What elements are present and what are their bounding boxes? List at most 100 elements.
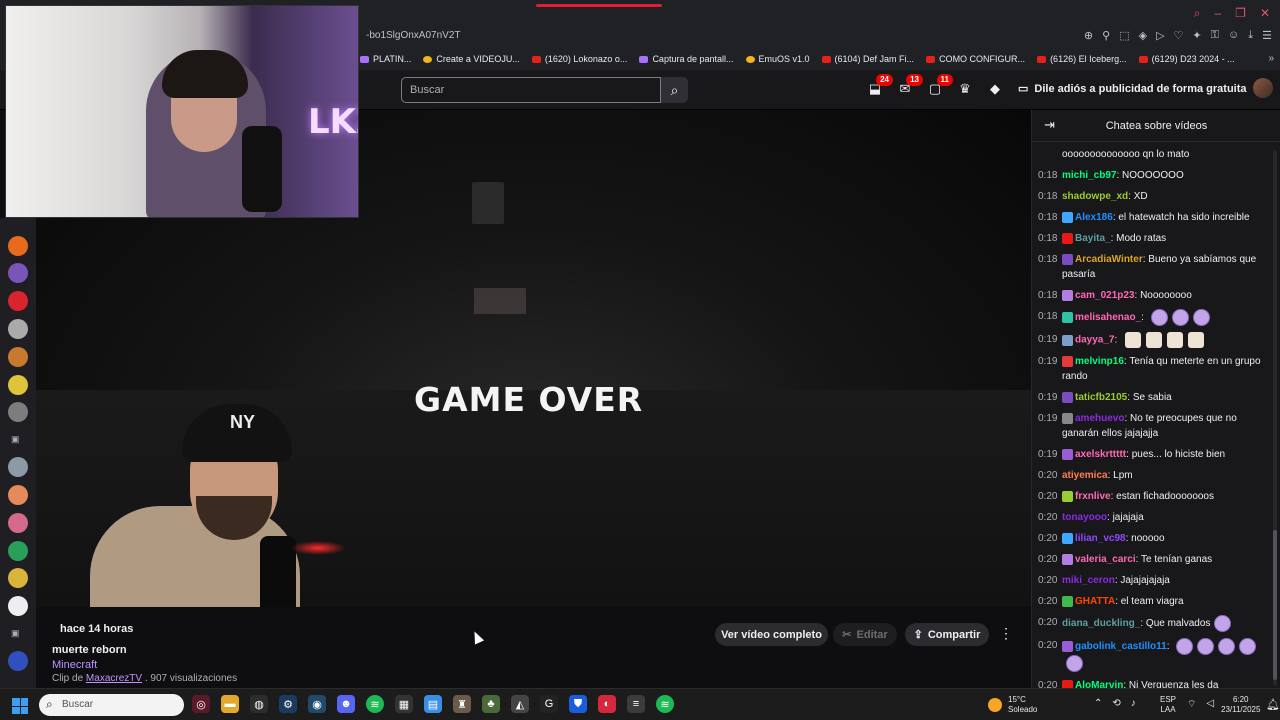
bookmark[interactable]: COMO CONFIGUR... [926,54,1025,64]
download-icon[interactable]: ⤓ [1248,29,1253,42]
avatar[interactable] [8,263,28,283]
sync-icon[interactable]: ⟲ [1112,698,1120,709]
activity-button[interactable]: ▢ 11 [926,74,953,99]
avatar[interactable] [8,402,28,422]
extensions-icon[interactable]: ✦ [1192,29,1201,42]
spotify-icon[interactable]: ≋ [656,695,674,713]
chat-username[interactable]: frxnlive [1075,491,1111,502]
wifi-icon[interactable]: ⌔ [1187,698,1196,711]
search-button[interactable]: ⌕ [661,77,688,103]
chat-username[interactable]: miki_ceron [1062,575,1115,586]
game-link[interactable]: Minecraft [52,659,97,671]
chat-username[interactable]: AloMarvin [1075,680,1123,688]
chat-username[interactable]: dayya_7 [1075,335,1114,346]
avatar[interactable] [8,568,28,588]
search-tabs-icon[interactable]: ⌕ [1194,6,1201,21]
chat-username[interactable]: Alex186 [1075,212,1113,223]
crying-emote-icon[interactable] [1171,309,1189,326]
bookmark[interactable]: Create a VIDEOJU... [423,54,520,64]
user-badge-icon[interactable] [1062,232,1073,244]
taskbar-search-input[interactable]: ⌕ Buscar [39,694,184,716]
url-text[interactable]: -bo1SlgOnxA07nV2T [366,30,461,41]
volume-icon[interactable]: ◁ [1206,698,1214,711]
ad-free-promo-button[interactable]: ▭ Dile adiós a publicidad de forma gratui… [1018,82,1247,96]
chat-username[interactable]: melisahenao_ [1075,312,1141,323]
chat-username[interactable]: diana_duckling_ [1062,618,1140,629]
windows-start-icon[interactable] [12,698,28,714]
extension-button[interactable]: ♛ [956,79,974,99]
avatar[interactable] [8,541,28,561]
chat-username[interactable]: atiyemica [1062,470,1108,481]
user-badge-icon[interactable] [1062,641,1073,652]
user-badge-icon[interactable] [1062,553,1073,565]
face-emote-icon[interactable] [1125,332,1142,348]
chat-username[interactable]: GHATTA [1075,596,1115,607]
bitwarden-icon[interactable]: ⛊ [569,695,587,713]
user-badge-icon[interactable] [1062,312,1073,323]
app-icon[interactable]: ◐ [598,695,616,713]
notifications-button[interactable]: ⬓ 24 [866,74,893,99]
avatar[interactable] [8,236,28,256]
face-emote-icon[interactable] [1188,332,1205,348]
share-button[interactable]: ⇪ Compartir [905,623,989,646]
folder-icon[interactable]: ▬ [221,695,239,713]
avatar[interactable] [8,291,28,311]
chat-username[interactable]: gabolink_castillo11 [1075,641,1167,652]
notepad-icon[interactable]: ▤ [424,695,442,713]
game-icon[interactable]: ♜ [453,695,471,713]
bookmark[interactable]: (6126) El Iceberg... [1037,54,1127,64]
chat-username[interactable]: ArcadiaWinter [1075,254,1143,265]
opera-icon[interactable]: ◎ [192,695,210,713]
chevron-up-icon[interactable]: ⌃ [1094,698,1102,709]
heart-icon[interactable]: ♡ [1174,29,1184,42]
pin-icon[interactable]: ⚲ [1102,29,1110,42]
screenshot-icon[interactable]: ⬚ [1119,29,1129,42]
chat-username[interactable]: michi_cb97 [1062,170,1116,181]
chat-username[interactable]: Bayita_ [1075,233,1111,244]
avatar[interactable] [8,651,28,671]
face-emote-icon[interactable] [1146,332,1163,348]
chat-username[interactable]: shadowpe_xd [1062,191,1128,202]
chevron-right-icon[interactable]: » [1268,53,1274,64]
user-badge-icon[interactable] [1062,412,1073,424]
chat-username[interactable]: taticfb2105 [1075,392,1127,403]
crying-emote-icon[interactable] [1176,638,1194,655]
crying-emote-icon[interactable] [1214,615,1232,632]
crying-emote-icon[interactable] [1197,638,1215,655]
weather-widget[interactable]: 15°C Soleado [988,695,1037,715]
avatar[interactable] [8,375,28,395]
bits-button[interactable]: ◆ [986,79,1004,99]
spotify-icon[interactable]: ≋ [366,695,384,713]
crying-emote-icon[interactable] [1066,655,1083,672]
avatar[interactable] [1253,78,1273,98]
game-icon[interactable]: ♣ [482,695,500,713]
avatar[interactable] [8,457,28,477]
bookmark[interactable]: Captura de pantall... [639,54,734,64]
avatar[interactable] [8,513,28,533]
chat-username[interactable]: amehuevo [1075,413,1124,424]
chat-username[interactable]: valeria_carci [1075,554,1136,565]
user-badge-icon[interactable] [1062,448,1073,460]
chat-username[interactable]: tonayooo [1062,512,1107,523]
user-badge-icon[interactable] [1062,595,1073,607]
steam-icon[interactable]: ⚙ [279,695,297,713]
lock-icon[interactable]: ⚿ [1211,29,1219,42]
app-icon[interactable]: ◉ [308,695,326,713]
user-badge-icon[interactable] [1062,391,1073,403]
bookmark[interactable]: (6104) Def Jam Fi... [821,54,914,64]
face-emote-icon[interactable] [1167,332,1184,348]
user-badge-icon[interactable] [1062,253,1073,265]
chat-messages[interactable]: oooooooooooooo qn lo mato 0:18 michi_cb97:… [1038,144,1268,688]
chat-username[interactable]: cam_021p23 [1075,290,1135,301]
avatar[interactable] [8,596,28,616]
bookmark[interactable]: (6129) D23 2024 - ... [1138,54,1235,64]
crying-emote-icon[interactable] [1239,638,1257,655]
profile-icon[interactable]: ☺ [1228,29,1239,42]
zoom-icon[interactable]: ⊕ [1084,29,1093,42]
app-icon[interactable]: G [540,695,558,713]
watch-full-video-button[interactable]: Ver vídeo completo [715,623,828,646]
microphone-icon[interactable]: ♪ [1131,698,1136,709]
chat-scrollbar-thumb[interactable] [1273,530,1277,680]
car-game-icon[interactable]: ◭ [511,695,529,713]
user-badge-icon[interactable] [1062,490,1073,502]
